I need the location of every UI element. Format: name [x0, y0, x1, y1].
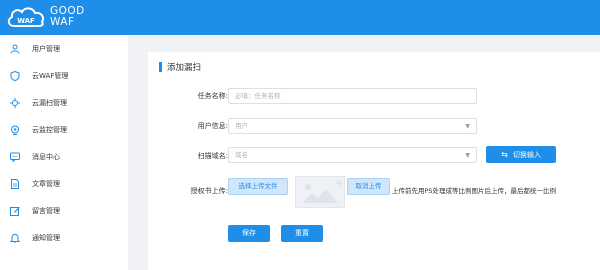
user-icon: [10, 44, 20, 54]
bell-icon: [10, 233, 20, 243]
sidebar-item-label: 云漏扫管理: [32, 98, 67, 107]
upload-label: 授权书上传:: [190, 187, 228, 195]
switch-input-label: 切换输入: [512, 151, 541, 159]
task-name-placeholder: 必填：任务名称: [235, 92, 281, 100]
image-placeholder-icon: [302, 180, 343, 203]
scan-icon: [10, 97, 20, 108]
reset-button[interactable]: 重置: [281, 225, 323, 242]
sidebar: 用户管理 云WAF管理 云漏扫管理 云监控管理 消息中心 文章管理 留言管理 通…: [0, 35, 128, 270]
save-button[interactable]: 保存: [228, 225, 270, 242]
brand-line-2: WAF: [50, 16, 75, 28]
main-panel: 添加漏扫 任务名称: 必填：任务名称 用户信息: 用户 ▼ 扫描域名: 域名 ▼…: [148, 52, 600, 270]
sidebar-item-label: 云WAF管理: [32, 71, 69, 80]
scan-domain-select[interactable]: 域名 ▼: [228, 147, 477, 163]
cancel-upload-button[interactable]: 取消上传: [347, 178, 390, 195]
sidebar-item-articles[interactable]: 文章管理: [0, 170, 128, 197]
chevron-down-icon: ▼: [465, 152, 470, 159]
user-info-label: 用户信息:: [197, 122, 228, 130]
page-title: 添加漏扫: [167, 63, 202, 73]
chevron-down-icon: ▼: [465, 123, 470, 130]
switch-input-button[interactable]: ⇆ 切换输入: [486, 146, 556, 163]
sidebar-item-waf[interactable]: 云WAF管理: [0, 62, 128, 89]
sidebar-item-comments[interactable]: 留言管理: [0, 197, 128, 224]
select-file-button[interactable]: 选择上传文件: [228, 178, 288, 195]
upload-hint: 上传前先用PS处理成等比例图片后上传，最后都统一比例: [392, 187, 557, 195]
brand-name: GOOD WAF: [50, 6, 85, 28]
logo-text: WAF: [17, 17, 35, 25]
sidebar-item-notifications[interactable]: 通知管理: [0, 224, 128, 251]
cloud-logo-icon: WAF: [7, 7, 45, 27]
sidebar-item-label: 留言管理: [32, 206, 60, 215]
scan-domain-placeholder: 域名: [235, 151, 248, 159]
scan-domain-label: 扫描域名:: [197, 152, 228, 160]
task-name-label: 任务名称:: [197, 92, 228, 100]
title-accent-bar: [159, 62, 162, 72]
sidebar-item-label: 通知管理: [32, 233, 60, 242]
sidebar-item-scan[interactable]: 云漏扫管理: [0, 89, 128, 116]
task-name-input[interactable]: 必填：任务名称: [228, 88, 477, 104]
user-info-placeholder: 用户: [235, 122, 248, 130]
image-preview: [295, 176, 345, 208]
sidebar-item-users[interactable]: 用户管理: [0, 35, 128, 62]
sidebar-item-label: 文章管理: [32, 179, 60, 188]
shield-icon: [10, 70, 20, 81]
top-bar: WAF GOOD WAF: [0, 0, 600, 35]
sidebar-item-label: 用户管理: [32, 44, 60, 53]
message-icon: [10, 152, 20, 162]
edit-icon: [10, 206, 20, 216]
sidebar-item-messages[interactable]: 消息中心: [0, 143, 128, 170]
sidebar-item-monitor[interactable]: 云监控管理: [0, 116, 128, 143]
user-info-select[interactable]: 用户 ▼: [228, 118, 477, 134]
document-icon: [11, 178, 19, 189]
sidebar-item-label: 云监控管理: [32, 125, 67, 134]
swap-icon: ⇆: [501, 150, 508, 159]
sidebar-item-label: 消息中心: [32, 152, 60, 161]
monitor-icon: [11, 125, 19, 135]
